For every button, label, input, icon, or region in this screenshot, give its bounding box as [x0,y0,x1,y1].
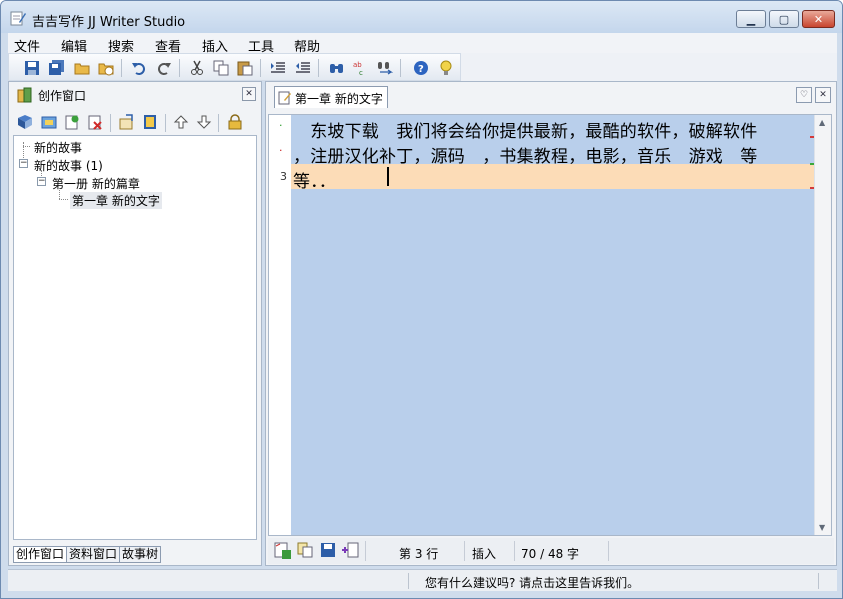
new-chapter-icon[interactable] [63,113,81,131]
toolbar-separator [318,59,319,77]
editor-status-bar: 第 3 行 插入 70 / 48 字 [268,538,834,564]
toolbar-empty-area [461,53,837,81]
svg-text:ab: ab [353,61,362,69]
collapse-icon[interactable]: − [37,177,46,186]
text-area[interactable]: 东坡下载 我们将会给你提供最新，最酷的软件，破解软件 ，注册汉化补丁，源码 ，书… [291,115,814,535]
paste-icon[interactable] [236,59,254,77]
feedback-link[interactable]: 您有什么建议吗? 请点击这里告诉我们。 [425,574,639,591]
undo-icon[interactable] [130,59,148,77]
toolbar-separator [165,114,166,132]
open-recent-icon[interactable] [97,59,115,77]
document-icon [278,91,291,105]
new-volume-icon[interactable] [40,113,58,131]
close-icon: ✕ [813,12,824,26]
app-pen-icon [10,11,26,26]
toolbar-separator [110,114,111,132]
cut-icon[interactable] [188,59,206,77]
toolbar-separator [400,59,401,77]
menu-bar: 文件 编辑 搜索 查看 插入 工具 帮助 [8,33,837,55]
collapse-icon[interactable]: − [19,159,28,168]
maximize-button[interactable]: ▢ [769,10,799,28]
copy-icon[interactable] [212,59,230,77]
line-number: 3 [280,170,287,183]
svg-text:c: c [359,69,363,76]
save-all-icon[interactable] [48,59,66,77]
books-icon [17,87,32,103]
tree-item-story[interactable]: 新的故事 [34,139,82,156]
toolbar-separator [260,59,261,77]
tab-creation[interactable]: 创作窗口 [13,546,68,563]
find-icon[interactable] [328,59,346,77]
line-marker: · [279,144,283,157]
tree-item-story-1[interactable]: 新的故事 (1) [34,157,103,174]
main-toolbar: ab c ? [8,53,461,81]
text-line-3: 等．． [293,172,337,192]
insert-image-icon[interactable] [274,542,292,563]
app-status-bar: 您有什么建议吗? 请点击这里告诉我们。 [8,569,837,591]
close-button[interactable]: ✕ [802,10,835,28]
document-tab-label: 第一章 新的文字 [295,92,383,106]
add-chapter-icon[interactable] [342,542,360,561]
lock-icon[interactable] [226,113,244,131]
tab-story-tree[interactable]: 故事树 [119,546,162,563]
tab-materials[interactable]: 资料窗口 [66,546,121,563]
new-book-icon[interactable] [16,113,34,131]
tree-item-chapter[interactable]: 第一章 新的文字 [70,192,162,209]
open-icon[interactable] [73,59,91,77]
toolbar-separator [218,114,219,132]
vertical-scrollbar[interactable]: ▲ ▼ [814,115,831,535]
help-icon[interactable]: ? [412,59,430,77]
replace-icon[interactable] [376,59,394,77]
creation-panel: 创作窗口 ✕ 新的故事 − 新的故事 (1) − 第一册 新的篇章 第一章 新的… [8,81,262,566]
indent-icon[interactable] [269,59,287,77]
move-up-icon[interactable] [172,113,190,131]
panel-toolbar [9,110,261,134]
scroll-down-icon[interactable]: ▼ [819,523,825,532]
panel-tabs: 创作窗口 资料窗口 故事树 [13,546,162,563]
notes-icon[interactable] [141,113,159,131]
window-title: 吉吉写作 JJ Writer Studio [32,15,186,30]
maximize-icon: ▢ [778,12,790,26]
export-icon[interactable] [118,113,136,131]
line-gutter: · · 3 [269,115,291,535]
minimize-icon: ▁ [746,12,756,26]
minimize-button[interactable]: ▁ [736,10,766,28]
current-line-highlight [291,164,814,189]
svg-text:?: ? [418,64,424,75]
text-line-2: ，注册汉化补丁，源码 ，书集教程，电影，音乐 游戏 等 [293,147,758,167]
panel-title: 创作窗口 [38,89,87,103]
save-doc-icon[interactable] [320,542,336,561]
panel-close-button[interactable]: ✕ [242,87,256,101]
delete-icon[interactable] [86,113,104,131]
line-marker: · [279,119,283,132]
scroll-up-icon[interactable]: ▲ [819,118,825,127]
tab-close-button[interactable]: ✕ [815,87,831,103]
outdent-icon[interactable] [294,59,312,77]
text-editor[interactable]: · · 3 东坡下载 我们将会给你提供最新，最酷的软件，破解软件 ，注册汉化补丁… [268,114,832,536]
tip-icon[interactable] [437,59,455,77]
toolbar-separator [179,59,180,77]
story-tree: 新的故事 − 新的故事 (1) − 第一册 新的篇章 第一章 新的文字 [13,135,257,540]
status-word-count: 70 / 48 字 [521,547,580,561]
text-line-1: 东坡下载 我们将会给你提供最新，最酷的软件，破解软件 [293,122,758,142]
copy-doc-icon[interactable] [297,542,313,561]
status-line: 第 3 行 [399,547,439,561]
status-mode: 插入 [472,547,497,561]
document-tab[interactable]: 第一章 新的文字 [274,86,388,108]
tree-item-volume[interactable]: 第一册 新的篇章 [52,175,140,192]
app-window: 吉吉写作 JJ Writer Studio ▁ ▢ ✕ 文件 编辑 搜索 查看 … [0,0,843,599]
editor-panel: 第一章 新的文字 ♡ ✕ · · 3 东坡下载 我们将会给你提供最新，最酷的软件… [265,81,837,566]
toolbar-separator [121,59,122,77]
title-bar[interactable]: 吉吉写作 JJ Writer Studio ▁ ▢ ✕ [1,1,842,33]
spell-check-icon[interactable]: ab c [352,59,370,77]
redo-icon[interactable] [155,59,173,77]
move-down-icon[interactable] [195,113,213,131]
tab-list-button[interactable]: ♡ [796,87,812,103]
save-icon[interactable] [23,59,41,77]
text-caret [387,167,389,186]
